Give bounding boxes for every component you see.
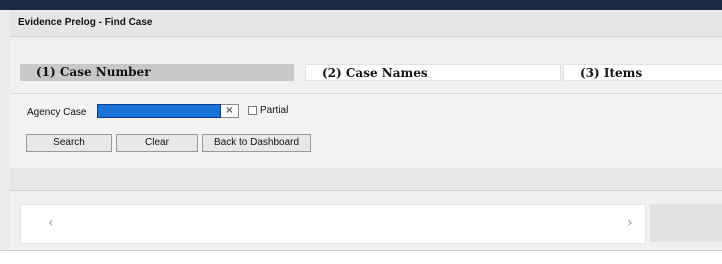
tab-case-number[interactable]: (1) Case Number (20, 64, 294, 81)
agency-case-label: Agency Case (27, 107, 87, 118)
scroll-left-icon[interactable]: ‹ (48, 216, 54, 230)
search-button[interactable]: Search (26, 134, 112, 152)
window-titlebar: Evidence Prelog - Find Case (10, 10, 722, 37)
search-form: Agency Case × Partial Search Clear Back … (10, 93, 722, 169)
tab-items[interactable]: (3) Items (563, 64, 722, 81)
find-case-panel: Evidence Prelog - Find Case (1) Case Num… (10, 10, 722, 250)
results-scroller[interactable]: ‹ › (20, 204, 646, 244)
scroll-right-icon[interactable]: › (627, 216, 633, 230)
tab-strip: (1) Case Number (2) Case Names (3) Items (20, 64, 722, 81)
results-side-panel (650, 204, 722, 242)
partial-label: Partial (260, 105, 289, 116)
partial-checkbox[interactable] (248, 106, 257, 115)
clear-input-icon[interactable]: × (221, 104, 239, 118)
tab-case-names[interactable]: (2) Case Names (305, 64, 561, 81)
back-to-dashboard-button[interactable]: Back to Dashboard (202, 134, 311, 152)
app-top-bar (0, 0, 722, 10)
results-header-band (10, 168, 722, 191)
window-title: Evidence Prelog - Find Case (18, 17, 153, 28)
clear-button[interactable]: Clear (116, 134, 198, 152)
agency-case-input[interactable] (97, 104, 221, 118)
page-footer (0, 250, 722, 264)
